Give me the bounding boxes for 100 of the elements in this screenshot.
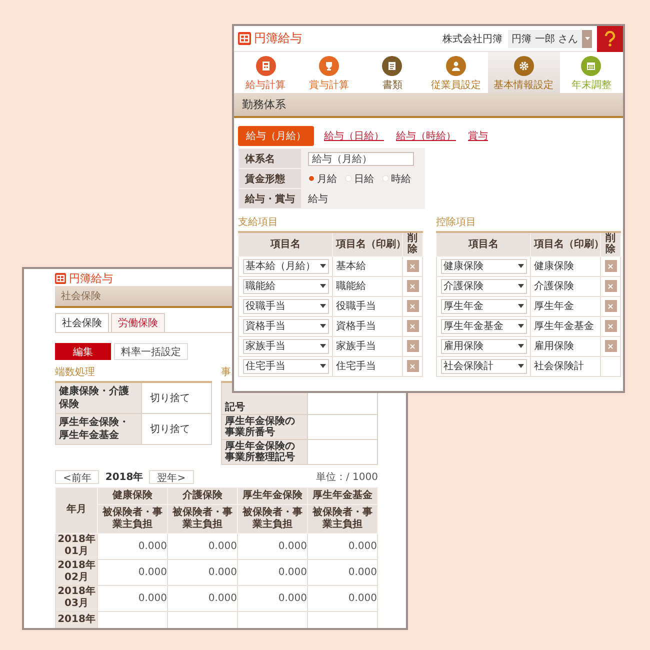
close-icon xyxy=(410,304,415,308)
item-select[interactable]: 雇用保険 xyxy=(440,338,526,354)
table-cell: 0.000 xyxy=(308,559,378,585)
delete-button[interactable] xyxy=(406,320,418,332)
section-heading: 事 xyxy=(221,367,232,379)
row-header: 2018年 03月 xyxy=(56,585,98,611)
caret-icon xyxy=(320,344,326,348)
tab[interactable]: 社会保険 xyxy=(55,313,109,332)
item-select[interactable]: 役職手当 xyxy=(242,298,328,314)
column-header: 年月 xyxy=(56,487,98,533)
table-cell: 資格手当 xyxy=(332,316,402,336)
table-cell: 0.000 xyxy=(168,585,238,611)
item-select[interactable]: 厚生年金基金 xyxy=(440,318,526,334)
tab[interactable]: 給与（月給） xyxy=(238,126,314,146)
table-cell: 基本給 xyxy=(332,256,402,276)
column-header: 被保険者・事業主負担 xyxy=(168,504,238,533)
column-header: 削除 xyxy=(600,232,620,256)
column-header: 厚生年金基金 xyxy=(308,487,378,504)
table-cell: 0.000 xyxy=(308,585,378,611)
delete-button[interactable] xyxy=(604,260,616,272)
item-select[interactable]: 健康保険 xyxy=(440,258,526,274)
caret-icon xyxy=(584,37,590,40)
delete-button[interactable] xyxy=(604,280,616,292)
delete-button[interactable] xyxy=(406,260,418,272)
delete-button[interactable] xyxy=(406,300,418,312)
caret-icon xyxy=(320,284,326,288)
table-cell: 健康保険 xyxy=(530,256,600,276)
section-title: 社会保険 xyxy=(61,290,101,303)
caret-icon xyxy=(320,364,326,368)
user-select[interactable]: 円簿 一郎 さん xyxy=(508,30,592,48)
tab[interactable]: 給与（時給） xyxy=(394,126,458,146)
unit-label: 単位：/ 1000 xyxy=(316,470,378,484)
delete-button[interactable] xyxy=(406,280,418,292)
column-header: 被保険者・事業主負担 xyxy=(98,504,168,533)
table-cell: 0.000 xyxy=(308,533,378,559)
close-icon xyxy=(410,284,415,288)
row-label: 厚生年金保険の事業所整理記号 xyxy=(222,439,308,464)
caret-icon xyxy=(518,284,524,288)
delete-button[interactable] xyxy=(406,340,418,352)
item-select[interactable]: 介護保険 xyxy=(440,278,526,294)
close-icon xyxy=(608,324,613,328)
item-select[interactable]: 資格手当 xyxy=(242,318,328,334)
section-heading: 控除項目 xyxy=(436,217,477,229)
row-value: 切り捨て xyxy=(142,382,212,414)
column-header: 項目名（印刷） xyxy=(530,232,600,256)
delete-button[interactable] xyxy=(604,300,616,312)
company-name: 株式会社円簿 xyxy=(442,32,503,46)
previous-year-button[interactable]: <前年 xyxy=(55,470,100,484)
column-header: 項目名（印刷） xyxy=(332,232,402,256)
table-cell: 住宅手当 xyxy=(332,356,402,376)
close-icon xyxy=(608,284,613,288)
column-header: 健康保険 xyxy=(98,487,168,504)
row-header: 2018年 01月 xyxy=(56,533,98,559)
row-label: 厚生年金保険の事業所番号 xyxy=(222,414,308,439)
table-cell: 厚生年金 xyxy=(530,296,600,316)
input-field[interactable]: 給与（月給） xyxy=(308,152,414,166)
action-button[interactable]: 編集 xyxy=(55,343,111,360)
item-select[interactable]: 住宅手当 xyxy=(242,358,328,374)
item-select[interactable]: 基本給（月給） xyxy=(242,258,328,274)
action-button[interactable]: 料率一括設定 xyxy=(114,343,188,360)
radio-option[interactable]: 月給 xyxy=(308,172,337,186)
close-icon xyxy=(410,364,415,368)
delete-button[interactable] xyxy=(604,320,616,332)
column-header: 項目名 xyxy=(436,232,530,256)
table-cell: 役職手当 xyxy=(332,296,402,316)
caret-icon xyxy=(518,344,524,348)
close-icon xyxy=(410,344,415,348)
table-cell: 社会保険計 xyxy=(530,356,600,376)
close-icon xyxy=(608,264,613,268)
next-year-button[interactable]: 翌年> xyxy=(149,470,194,484)
item-select[interactable]: 家族手当 xyxy=(242,338,328,354)
table-cell: 0.000 xyxy=(168,559,238,585)
table-cell: 0.000 xyxy=(98,533,168,559)
column-header: 被保険者・事業主負担 xyxy=(308,504,378,533)
tab[interactable]: 労働保険 xyxy=(111,313,165,332)
caret-icon xyxy=(518,304,524,308)
radio-option[interactable]: 時給 xyxy=(382,172,411,186)
close-icon xyxy=(608,304,613,308)
radio-option[interactable]: 日給 xyxy=(345,172,374,186)
column-header: 削除 xyxy=(402,232,422,256)
delete-button[interactable] xyxy=(406,360,418,372)
column-header: 厚生年金保険 xyxy=(238,487,308,504)
table-cell: 家族手当 xyxy=(332,336,402,356)
help-button[interactable] xyxy=(597,26,623,52)
caret-icon xyxy=(518,264,524,268)
logo-icon xyxy=(55,273,66,284)
item-select[interactable]: 厚生年金 xyxy=(440,298,526,314)
item-select[interactable]: 職能給 xyxy=(242,278,328,294)
table-cell: 介護保険 xyxy=(530,276,600,296)
section-title: 勤務体系 xyxy=(242,96,286,112)
caret-icon xyxy=(320,324,326,328)
tab[interactable]: 賞与 xyxy=(466,126,490,146)
logo-text: 円簿給与 xyxy=(254,30,302,47)
delete-button[interactable] xyxy=(604,340,616,352)
row-value: 切り捨て xyxy=(142,414,212,444)
tab[interactable]: 給与（日給） xyxy=(322,126,386,146)
row-label: 健康保険・介護保険 xyxy=(56,382,142,414)
table-cell: 0.000 xyxy=(238,585,308,611)
item-select[interactable]: 社会保険計 xyxy=(440,358,526,374)
table-cell: 0.000 xyxy=(168,533,238,559)
